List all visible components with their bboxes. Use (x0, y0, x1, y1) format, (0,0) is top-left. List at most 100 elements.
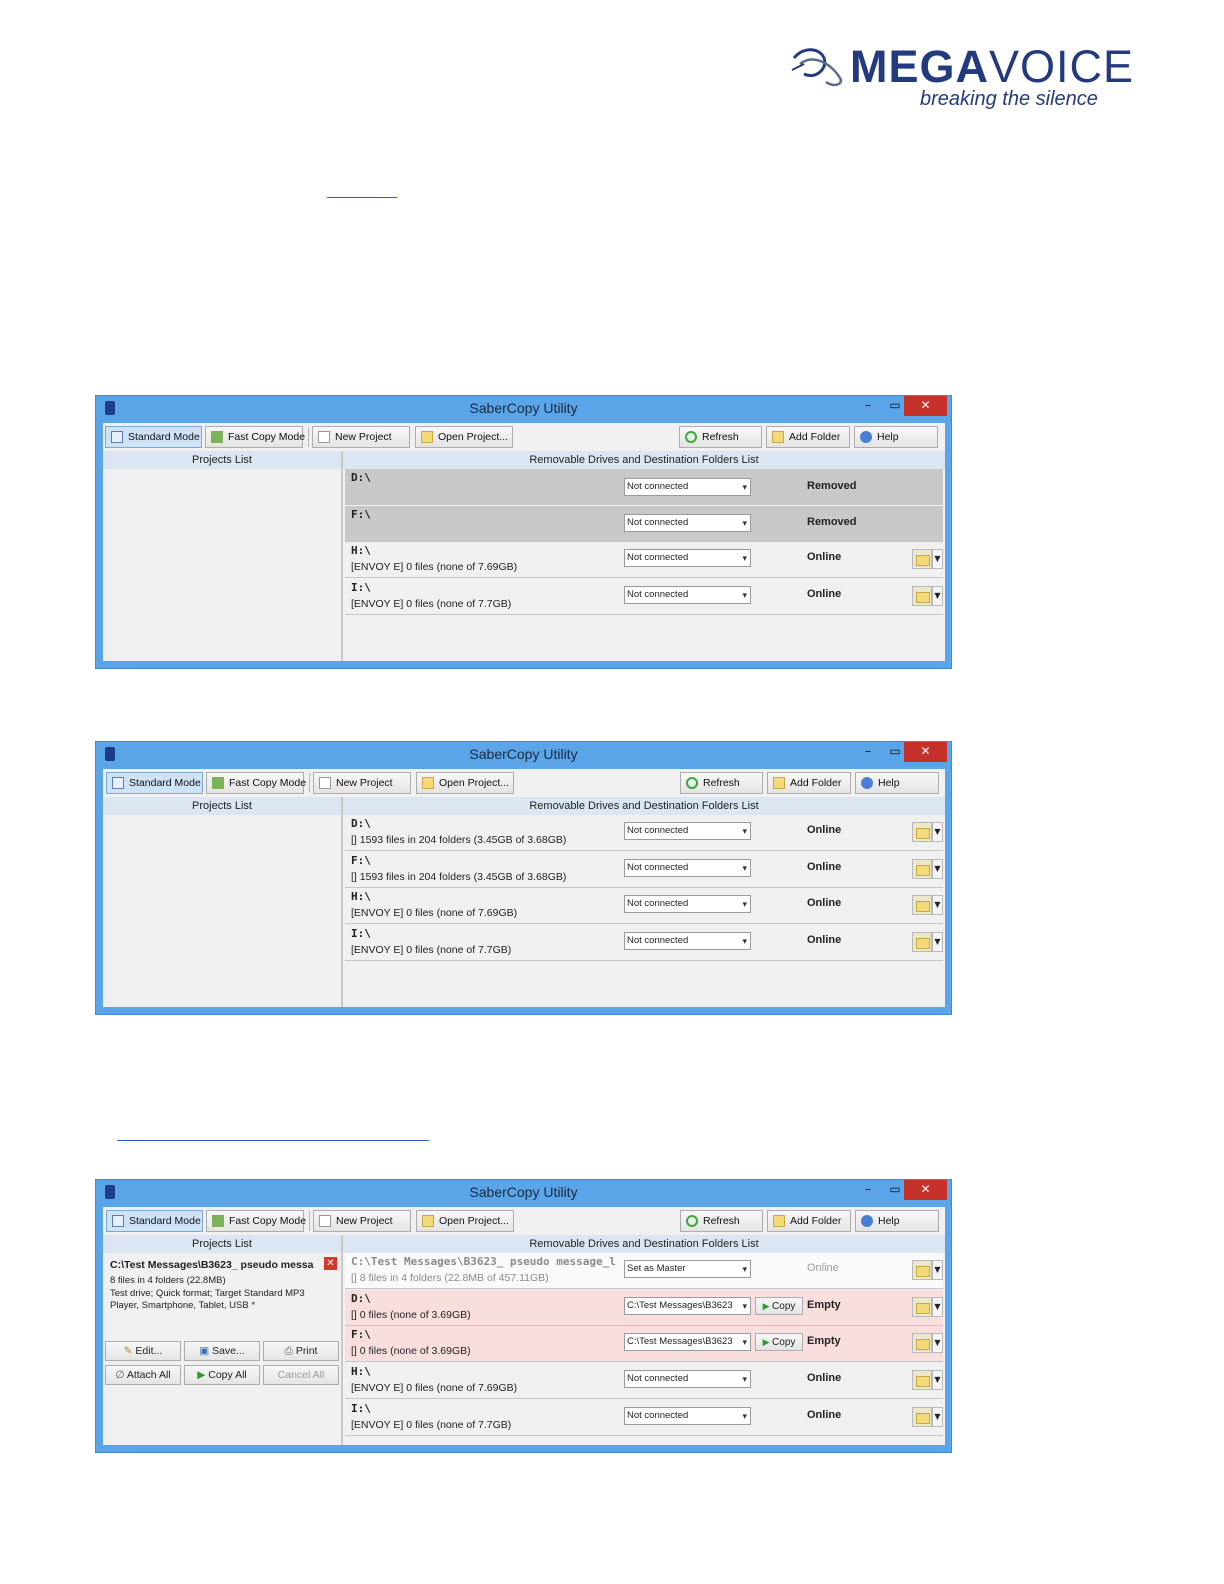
link-underline[interactable] (117, 1140, 429, 1141)
destination-select[interactable]: Not connected ▾ (624, 1370, 751, 1388)
destination-select[interactable]: C:\Test Messages\B3623 ▾ (624, 1333, 751, 1351)
browse-folder-button[interactable] (912, 822, 932, 842)
browse-folder-button[interactable] (912, 1407, 932, 1427)
destination-select[interactable]: Not connected ▾ (624, 822, 751, 840)
browse-folder-button[interactable] (912, 586, 932, 606)
add-folder-button[interactable]: Add Folder (767, 772, 851, 794)
drives-list-header: Removable Drives and Destination Folders… (343, 797, 945, 815)
open-project-button[interactable]: Open Project... (416, 772, 514, 794)
minimize-button[interactable]: – (856, 742, 880, 762)
edit-button[interactable]: ✎ Edit... (105, 1341, 181, 1361)
destination-select[interactable]: Set as Master ▾ (624, 1260, 751, 1278)
minimize-button[interactable]: – (856, 396, 880, 416)
save-button[interactable]: ▣ Save... (184, 1341, 260, 1361)
logo-tagline: breaking the silence (920, 88, 1098, 110)
browse-folder-button[interactable] (912, 895, 932, 915)
folder-menu-dropdown[interactable]: ▼ (932, 1333, 943, 1353)
folder-menu-dropdown[interactable]: ▼ (932, 895, 943, 915)
standard-mode-button[interactable]: Standard Mode (106, 772, 203, 794)
drive-info: [ENVOY E] 0 files (none of 7.7GB) (351, 1419, 512, 1431)
cancel-all-button[interactable]: Cancel All (263, 1365, 339, 1385)
fast-copy-mode-button[interactable]: Fast Copy Mode (206, 772, 306, 794)
remove-project-button[interactable]: ✕ (324, 1257, 337, 1270)
destination-select[interactable]: Not connected ▾ (624, 478, 751, 496)
drive-row[interactable]: D:\ [] 0 files (none of 3.69GB) C:\Test … (345, 1290, 943, 1326)
minimize-button[interactable]: – (856, 1180, 880, 1200)
destination-select[interactable]: Not connected ▾ (624, 549, 751, 567)
toolbar: Standard Mode Fast Copy Mode New Project… (103, 769, 945, 797)
projects-list-header: Projects List (103, 1235, 341, 1253)
drive-row[interactable]: H:\ [ENVOY E] 0 files (none of 7.69GB) N… (345, 888, 943, 924)
drive-status: Online (807, 1372, 842, 1384)
destination-select[interactable]: Not connected ▾ (624, 859, 751, 877)
copy-button[interactable]: ▶ Copy (755, 1333, 803, 1351)
drive-row[interactable]: F:\ [] 0 files (none of 3.69GB) C:\Test … (345, 1326, 943, 1362)
new-project-button[interactable]: New Project (313, 772, 411, 794)
drive-row[interactable]: D:\ [] 1593 files in 204 folders (3.45GB… (345, 815, 943, 851)
folder-search-icon (916, 592, 930, 603)
add-folder-button[interactable]: Add Folder (767, 1210, 851, 1232)
copy-button[interactable]: ▶ Copy (755, 1297, 803, 1315)
drive-row[interactable]: I:\ [ENVOY E] 0 files (none of 7.7GB) No… (345, 579, 943, 615)
folder-menu-dropdown[interactable]: ▼ (932, 586, 943, 606)
destination-select[interactable]: C:\Test Messages\B3623 ▾ (624, 1297, 751, 1315)
copy-all-button[interactable]: ▶ Copy All (184, 1365, 260, 1385)
drive-row[interactable]: I:\ [ENVOY E] 0 files (none of 7.7GB) No… (345, 1400, 943, 1436)
refresh-button[interactable]: Refresh (680, 1210, 763, 1232)
destination-select[interactable]: Not connected ▾ (624, 514, 751, 532)
close-button[interactable]: ✕ (904, 742, 947, 762)
add-folder-icon (773, 1215, 785, 1227)
folder-menu-dropdown[interactable]: ▼ (932, 859, 943, 879)
monitor-icon (112, 777, 124, 789)
drive-name: I:\ (351, 581, 371, 594)
browse-folder-button[interactable] (912, 932, 932, 952)
help-button[interactable]: Help (854, 426, 938, 448)
folder-menu-dropdown[interactable]: ▼ (932, 1407, 943, 1427)
browse-folder-button[interactable] (912, 859, 932, 879)
refresh-button[interactable]: Refresh (679, 426, 762, 448)
close-button[interactable]: ✕ (904, 1180, 947, 1200)
monitor-icon (112, 1215, 124, 1227)
close-button[interactable]: ✕ (904, 396, 947, 416)
new-project-button[interactable]: New Project (313, 1210, 411, 1232)
project-title[interactable]: C:\Test Messages\B3623_ pseudo messa (110, 1259, 320, 1271)
open-project-button[interactable]: Open Project... (415, 426, 513, 448)
drive-row[interactable]: F:\ [] 1593 files in 204 folders (3.45GB… (345, 852, 943, 888)
destination-select[interactable]: Not connected ▾ (624, 1407, 751, 1425)
folder-menu-dropdown[interactable]: ▼ (932, 1297, 943, 1317)
browse-folder-button[interactable] (912, 549, 932, 569)
folder-menu-dropdown[interactable]: ▼ (932, 1260, 943, 1280)
folder-menu-dropdown[interactable]: ▼ (932, 932, 943, 952)
fast-copy-mode-button[interactable]: Fast Copy Mode (205, 426, 305, 448)
link-underline[interactable] (327, 197, 397, 198)
destination-select[interactable]: Not connected ▾ (624, 586, 751, 604)
drive-row[interactable]: F:\ Not connected ▾ Removed (345, 506, 943, 542)
folder-menu-dropdown[interactable]: ▼ (932, 549, 943, 569)
drive-row[interactable]: D:\ Not connected ▾ Removed (345, 469, 943, 505)
open-project-button[interactable]: Open Project... (416, 1210, 514, 1232)
destination-select[interactable]: Not connected ▾ (624, 932, 751, 950)
drive-row[interactable]: I:\ [ENVOY E] 0 files (none of 7.7GB) No… (345, 925, 943, 961)
help-button[interactable]: Help (855, 772, 939, 794)
browse-folder-button[interactable] (912, 1333, 932, 1353)
print-button[interactable]: ⎙ Print (263, 1341, 339, 1361)
folder-menu-dropdown[interactable]: ▼ (932, 1370, 943, 1390)
attach-all-button[interactable]: ∅ Attach All (105, 1365, 181, 1385)
add-folder-button[interactable]: Add Folder (766, 426, 850, 448)
new-document-icon (318, 431, 330, 443)
folder-menu-dropdown[interactable]: ▼ (932, 822, 943, 842)
destination-select[interactable]: Not connected ▾ (624, 895, 751, 913)
browse-folder-button[interactable] (912, 1297, 932, 1317)
drive-row-master[interactable]: C:\Test Messages\B3623_ pseudo message_l… (345, 1253, 943, 1289)
new-project-button[interactable]: New Project (312, 426, 410, 448)
help-button[interactable]: Help (855, 1210, 939, 1232)
browse-folder-button[interactable] (912, 1370, 932, 1390)
refresh-button[interactable]: Refresh (680, 772, 763, 794)
fast-copy-mode-button[interactable]: Fast Copy Mode (206, 1210, 306, 1232)
drive-row[interactable]: H:\ [ENVOY E] 0 files (none of 7.69GB) N… (345, 542, 943, 578)
drive-row[interactable]: H:\ [ENVOY E] 0 files (none of 7.69GB) N… (345, 1363, 943, 1399)
drives-list-header: Removable Drives and Destination Folders… (343, 451, 945, 469)
browse-folder-button[interactable] (912, 1260, 932, 1280)
standard-mode-button[interactable]: Standard Mode (105, 426, 202, 448)
standard-mode-button[interactable]: Standard Mode (106, 1210, 203, 1232)
